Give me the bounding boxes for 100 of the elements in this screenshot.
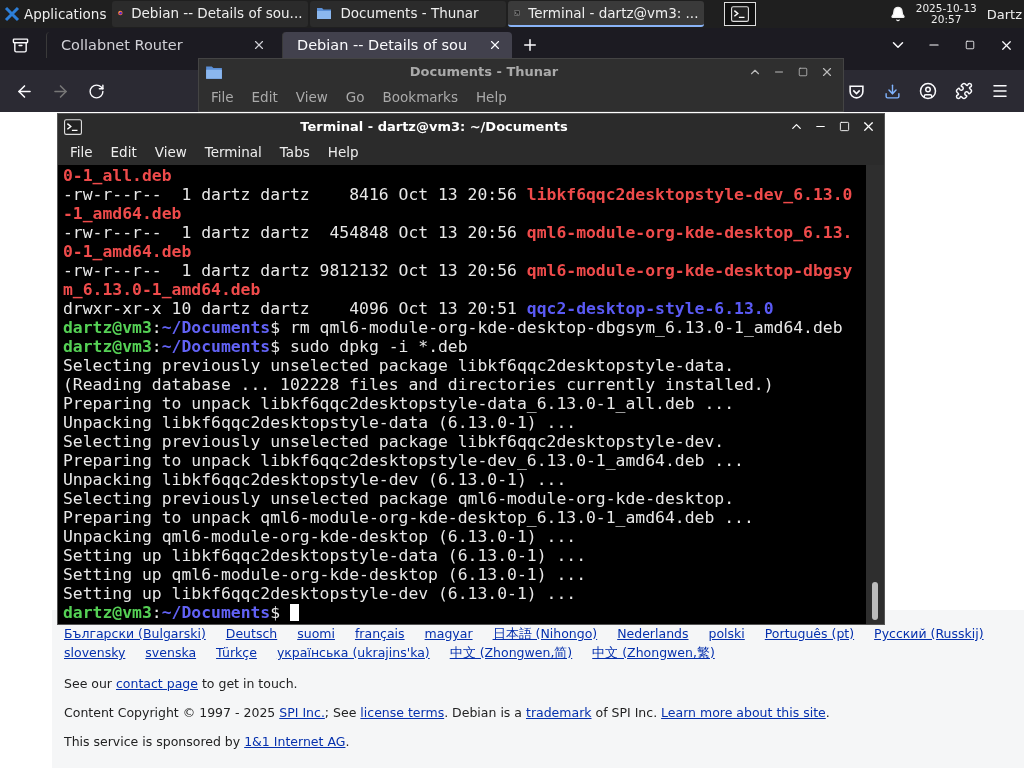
- footer-link[interactable]: SPI Inc.: [279, 705, 325, 720]
- browser-tab[interactable]: Debian -- Details of sou: [282, 32, 512, 58]
- language-link[interactable]: suomi: [297, 626, 335, 643]
- terminal-text: Preparing to unpack qml6-module-org-kde-desktop_6.13.0-1_amd64.deb ...: [63, 508, 754, 527]
- file-name: m_6.13.0-1_amd64.deb: [63, 280, 261, 299]
- language-link[interactable]: svenska: [145, 645, 197, 662]
- language-link[interactable]: Português (pt): [764, 626, 855, 643]
- menu-item[interactable]: Edit: [102, 142, 145, 162]
- terminal-text: drwxr-xr-x 10 dartz dartz 4096 Oct 13 20:51: [63, 299, 518, 318]
- clock[interactable]: 2025-10-13 20:57: [915, 3, 977, 25]
- close-icon: [252, 38, 266, 52]
- terminal-text: Unpacking libkf6qqc2desktopstyle-data (6.13.0-1) ...: [63, 413, 577, 432]
- menu-icon: [991, 82, 1009, 100]
- terminal-text: Setting up qml6-module-org-kde-desktop (6.13.0-1) ...: [63, 565, 586, 584]
- menu-item[interactable]: File: [62, 142, 101, 162]
- terminal-text: Selecting previously unselected package libkf6qqc2desktopstyle-dev.: [63, 432, 725, 451]
- terminal-text: Setting up libkf6qqc2desktopstyle-dev (6.13.0-1) ...: [63, 584, 577, 603]
- maximize-icon: [838, 121, 850, 132]
- task-button[interactable]: Terminal - dartz@vm3: ...: [508, 1, 705, 27]
- terminal-text: Setting up libkf6qqc2desktopstyle-data (6.13.0-1) ...: [63, 546, 586, 565]
- file-name: libkf6qqc2desktopstyle-dev_6.13.0: [526, 185, 853, 204]
- menu-item[interactable]: View: [146, 142, 195, 162]
- prompt-user: dartz@vm3: [63, 603, 152, 622]
- footer-text: Content Copyright © 1997 - 2025 SPI Inc.; See license terms. Debian is a trademark of SPI Inc. Learn more about this site.: [64, 705, 831, 720]
- terminal-text: Preparing to unpack libkf6qqc2desktopstyle-dev_6.13.0-1_amd64.deb ...: [63, 451, 744, 470]
- archive-icon: [11, 36, 29, 54]
- terminal-icon: [731, 5, 750, 23]
- terminal-text: Unpacking libkf6qqc2desktopstyle-dev (6.13.0-1) ...: [63, 470, 567, 489]
- terminal-text: -rw-r--r-- 1 dartz dartz 8416 Oct 13 20:56: [63, 185, 518, 204]
- menu-item[interactable]: Tabs: [271, 142, 318, 162]
- maximize-icon: [965, 40, 975, 50]
- menu-item[interactable]: View: [287, 87, 336, 107]
- apps-icon: [4, 6, 20, 22]
- maximize-icon: [798, 66, 808, 77]
- terminal-text: Selecting previously unselected package qml6-module-org-kde-desktop.: [63, 489, 735, 508]
- terminal-text: :: [151, 337, 162, 356]
- account-icon: [919, 82, 937, 100]
- file-name: -1_amd64.deb: [63, 204, 182, 223]
- menu-item[interactable]: Help: [319, 142, 367, 162]
- language-link[interactable]: Deutsch: [225, 626, 278, 643]
- window-title: Documents - Thunar: [408, 64, 560, 79]
- footer-link[interactable]: trademark: [526, 705, 592, 720]
- terminal-text: Unpacking qml6-module-org-kde-desktop (6.13.0-1) ...: [63, 527, 577, 546]
- download-icon: [883, 82, 901, 100]
- file-name: 0-1_amd64.deb: [63, 242, 192, 261]
- language-link[interactable]: français: [354, 626, 405, 643]
- language-link[interactable]: magyar: [424, 626, 473, 643]
- terminal-text: :: [151, 318, 162, 337]
- prompt-user: dartz@vm3: [63, 337, 152, 356]
- terminal-text: $: [270, 603, 282, 622]
- terminal-text: $ rm qml6-module-org-kde-desktop-dbgsym_6.13.0-1_amd64.deb: [270, 318, 843, 337]
- window-title: Terminal - dartz@vm3: ~/Documents: [299, 119, 569, 134]
- language-link[interactable]: 中文 (Zhongwen,简): [449, 645, 573, 662]
- language-link[interactable]: українська (ukrajins'ka): [276, 645, 430, 662]
- language-link[interactable]: Türkçe: [216, 645, 257, 662]
- terminal-text: :: [151, 603, 162, 622]
- footer-text: This service is sponsored by 1&1 Internet AG.: [64, 734, 351, 749]
- terminal-text: (Reading database ... 102228 files and directories currently installed.): [63, 375, 774, 394]
- terminal-text: Selecting previously unselected package libkf6qqc2desktopstyle-data.: [63, 356, 735, 375]
- terminal-text: $ sudo dpkg -i *.deb: [270, 337, 468, 356]
- notification-icon: [889, 6, 906, 22]
- terminal-text: -rw-r--r-- 1 dartz dartz 454848 Oct 13 20:56: [63, 223, 518, 242]
- folder-icon: [316, 5, 333, 21]
- file-name: qml6-module-org-kde-desktop-dbgsy: [526, 261, 853, 280]
- close-icon: [488, 38, 502, 52]
- file-name: 0-1_all.deb: [63, 166, 172, 185]
- language-link[interactable]: 中文 (Zhongwen,繁): [592, 645, 715, 662]
- menu-item[interactable]: Help: [467, 87, 515, 107]
- language-link[interactable]: Русский (Russkij): [874, 626, 984, 643]
- menu-item[interactable]: Go: [337, 87, 373, 107]
- prompt-user: dartz@vm3: [63, 318, 152, 337]
- prompt-path: ~/Documents: [161, 318, 271, 337]
- language-link[interactable]: 日本語 (Nihongo): [492, 626, 598, 643]
- menu-item[interactable]: Bookmarks: [374, 87, 466, 107]
- menu-item[interactable]: Terminal: [196, 142, 270, 162]
- language-link[interactable]: Nederlands: [617, 626, 689, 643]
- directory-name: qqc2-desktop-style-6.13.0: [526, 299, 774, 318]
- footer-text: See our contact page to get in touch.: [64, 676, 299, 691]
- plus-icon: [521, 36, 539, 54]
- footer-link[interactable]: Learn more about this site: [661, 705, 826, 720]
- terminal-text: Preparing to unpack libkf6qqc2desktopstyle-data_6.13.0-1_all.deb ...: [63, 394, 735, 413]
- prompt-path: ~/Documents: [161, 337, 271, 356]
- terminal-launcher[interactable]: [724, 2, 757, 26]
- file-name: qml6-module-org-kde-desktop_6.13.: [526, 223, 853, 242]
- applications-menu[interactable]: Applications: [0, 0, 111, 28]
- terminal-text: -rw-r--r-- 1 dartz dartz 9812132 Oct 13 20:56: [63, 261, 518, 280]
- language-link[interactable]: Български (Bulgarski): [64, 626, 206, 643]
- pocket-icon: [847, 82, 865, 100]
- language-link[interactable]: slovensky: [64, 645, 126, 662]
- menu-item[interactable]: Edit: [243, 87, 286, 107]
- task-button[interactable]: Documents - Thunar: [310, 1, 507, 27]
- footer-link[interactable]: contact page: [116, 676, 198, 691]
- menu-item[interactable]: File: [203, 87, 242, 107]
- language-link[interactable]: polski: [708, 626, 745, 643]
- task-button[interactable]: Debian -- Details of sou...: [112, 1, 309, 27]
- scrollbar-thumb[interactable]: [872, 582, 878, 620]
- reload-icon: [87, 82, 105, 100]
- puzzle-icon: [955, 82, 973, 100]
- user-name[interactable]: Dartz: [986, 6, 1022, 22]
- prompt-path: ~/Documents: [161, 603, 271, 622]
